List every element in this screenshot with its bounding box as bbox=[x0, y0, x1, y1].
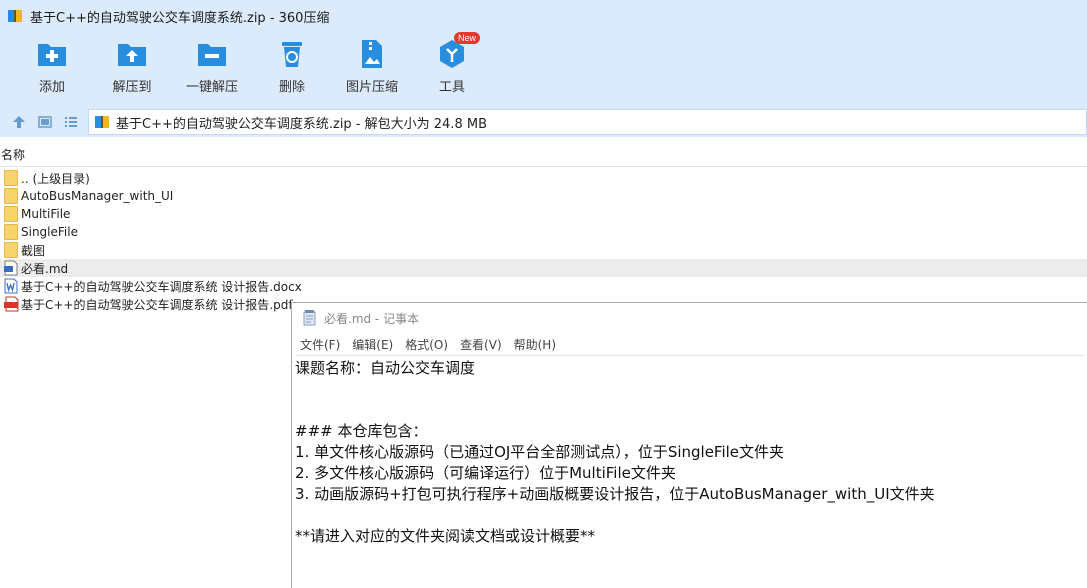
thumbnail-view-button[interactable] bbox=[32, 109, 58, 135]
recycle-bin-icon bbox=[276, 38, 308, 70]
arrow-up-icon bbox=[13, 116, 25, 128]
list-item-readme[interactable]: 必看.md bbox=[0, 259, 1087, 277]
zip-header: 基于C++的自动驾驶公交车调度系统.zip - 360压缩 添加 解压到 一键解… bbox=[0, 0, 1087, 107]
word-file-icon bbox=[4, 278, 18, 294]
menu-help[interactable]: 帮助(H) bbox=[514, 336, 556, 353]
add-folder-icon bbox=[36, 38, 68, 70]
folder-icon bbox=[4, 206, 18, 222]
markdown-file-icon bbox=[4, 260, 18, 276]
text-line: 1. 单文件核心版源码（已通过OJ平台全部测试点），位于SingleFile文件… bbox=[295, 443, 785, 461]
text-line bbox=[295, 400, 1085, 421]
list-view-button[interactable] bbox=[58, 109, 84, 135]
extract-folder-icon bbox=[116, 38, 148, 70]
delete-button[interactable]: 删除 bbox=[252, 38, 332, 102]
tools-button[interactable]: New 工具 bbox=[412, 32, 492, 102]
notepad-menu-bar: 文件(F) 编辑(E) 格式(O) 查看(V) 帮助(H) bbox=[292, 333, 1087, 355]
list-view-icon bbox=[65, 117, 77, 127]
menu-format[interactable]: 格式(O) bbox=[405, 336, 448, 353]
list-item-docx[interactable]: 基于C++的自动驾驶公交车调度系统 设计报告.docx bbox=[0, 277, 1087, 295]
tools-hex-icon: New bbox=[436, 32, 480, 70]
folder-icon bbox=[4, 188, 18, 204]
window-title: 基于C++的自动驾驶公交车调度系统.zip - 360压缩 bbox=[30, 10, 330, 26]
path-text: 基于C++的自动驾驶公交车调度系统.zip - 解包大小为 24.8 MB bbox=[116, 116, 487, 132]
list-item-screenshots[interactable]: 截图 bbox=[0, 241, 1087, 259]
list-item-autobusmanager[interactable]: AutoBusManager_with_UI bbox=[0, 187, 1087, 205]
notepad-title-bar: 必看.md - 记事本 bbox=[292, 303, 1087, 333]
list-item-multifile[interactable]: MultiFile bbox=[0, 205, 1087, 223]
up-button[interactable] bbox=[6, 109, 32, 135]
menu-file[interactable]: 文件(F) bbox=[300, 336, 340, 353]
image-zip-icon bbox=[356, 38, 388, 70]
list-item-singlefile[interactable]: SingleFile bbox=[0, 223, 1087, 241]
pdf-file-icon bbox=[4, 296, 19, 312]
notepad-window: 必看.md - 记事本 文件(F) 编辑(E) 格式(O) 查看(V) 帮助(H… bbox=[291, 302, 1087, 588]
one-click-folder-icon bbox=[196, 38, 228, 70]
list-item-parent[interactable]: .. (上级目录) bbox=[0, 169, 1087, 187]
zip-file-icon bbox=[95, 114, 111, 130]
thumbnail-view-icon bbox=[38, 116, 52, 128]
notepad-icon bbox=[303, 310, 316, 326]
menu-view[interactable]: 查看(V) bbox=[460, 336, 502, 353]
toolbar: 添加 解压到 一键解压 删除 图片压缩 New 工具 bbox=[0, 32, 1087, 102]
image-compress-button[interactable]: 图片压缩 bbox=[332, 38, 412, 102]
text-line: 2. 多文件核心版源码（可编译运行）位于MultiFile文件夹 bbox=[295, 464, 676, 482]
folder-icon bbox=[4, 242, 18, 258]
menu-edit[interactable]: 编辑(E) bbox=[352, 336, 393, 353]
folder-icon bbox=[4, 170, 18, 186]
folder-icon bbox=[4, 224, 18, 240]
text-line bbox=[295, 379, 1085, 400]
notepad-text-area[interactable]: 课题名称：自动公交车调度 ### 本仓库包含： 1. 单文件核心版源码（已通过O… bbox=[295, 355, 1085, 588]
zip-app-icon bbox=[8, 8, 24, 24]
text-line: 课题名称：自动公交车调度 bbox=[295, 359, 476, 377]
new-badge: New bbox=[453, 32, 480, 44]
text-line: 3. 动画版源码+打包可执行程序+动画版概要设计报告，位于AutoBusMana… bbox=[295, 485, 935, 503]
text-line: ### 本仓库包含： bbox=[295, 422, 428, 440]
extract-to-button[interactable]: 解压到 bbox=[92, 38, 172, 102]
file-list: .. (上级目录) AutoBusManager_with_UI MultiFi… bbox=[0, 169, 1087, 313]
notepad-title: 必看.md - 记事本 bbox=[324, 311, 420, 326]
text-line bbox=[295, 505, 1085, 526]
title-bar: 基于C++的自动驾驶公交车调度系统.zip - 360压缩 bbox=[0, 0, 1087, 32]
column-header-name[interactable]: 名称 bbox=[0, 143, 1087, 167]
path-box[interactable]: 基于C++的自动驾驶公交车调度系统.zip - 解包大小为 24.8 MB bbox=[88, 109, 1087, 135]
text-line: **请进入对应的文件夹阅读文档或设计概要** bbox=[295, 527, 596, 545]
one-click-extract-button[interactable]: 一键解压 bbox=[172, 38, 252, 102]
address-bar: 基于C++的自动驾驶公交车调度系统.zip - 解包大小为 24.8 MB bbox=[0, 107, 1087, 137]
add-button[interactable]: 添加 bbox=[12, 38, 92, 102]
